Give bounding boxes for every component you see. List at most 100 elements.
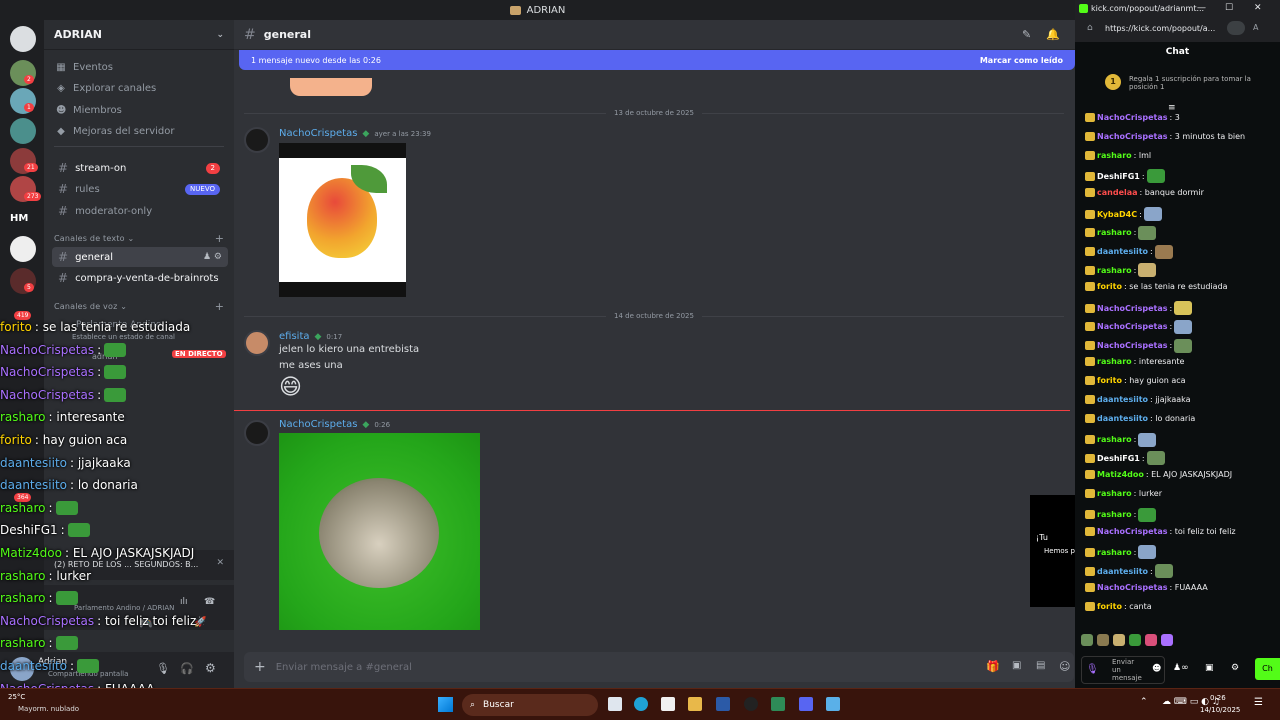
- sticker-icon[interactable]: ▤: [1036, 660, 1045, 671]
- emoji-icon[interactable]: ☺: [1059, 660, 1070, 673]
- explorer-icon[interactable]: [688, 697, 702, 711]
- chat-username[interactable]: forito: [1097, 282, 1122, 291]
- chat-username[interactable]: candelaa: [1097, 188, 1138, 197]
- disconnect-icon[interactable]: ☎: [204, 597, 215, 607]
- emote-icon[interactable]: [1113, 634, 1125, 646]
- chat-username[interactable]: forito: [1097, 376, 1122, 385]
- composer-input[interactable]: Enviar mensaje a #general: [276, 662, 412, 673]
- taskbar-search[interactable]: ⌕ Buscar: [462, 694, 598, 716]
- chat-username[interactable]: NachoCrispetas: [1097, 583, 1167, 592]
- headphones-icon[interactable]: 🎧: [180, 662, 194, 675]
- server-initials[interactable]: HM: [10, 213, 28, 224]
- mark-read-button[interactable]: Marcar como leído: [980, 56, 1063, 65]
- menu-explorar[interactable]: ◈ Explorar canales: [56, 83, 156, 94]
- message-author[interactable]: NachoCrispetas ◆ ayer a las 23:39: [279, 128, 431, 139]
- server-icon[interactable]: [10, 118, 36, 144]
- emote-icon[interactable]: [1145, 634, 1157, 646]
- microphone-icon[interactable]: 🎙: [156, 662, 170, 675]
- avatar[interactable]: [244, 330, 270, 356]
- send-button[interactable]: Ch: [1255, 658, 1280, 680]
- gift-icon[interactable]: ▣: [1205, 663, 1214, 673]
- emote-icon[interactable]: [1097, 634, 1109, 646]
- chat-username[interactable]: NachoCrispetas: [1097, 113, 1167, 122]
- windows-start-icon[interactable]: [438, 697, 453, 712]
- channel-moderator-only[interactable]: # moderator-only: [52, 201, 228, 221]
- chat-username[interactable]: DeshiFG1: [1097, 172, 1140, 181]
- chat-username[interactable]: rasharo: [1097, 228, 1132, 237]
- close-icon[interactable]: ✕: [216, 558, 224, 568]
- image-attachment[interactable]: [290, 78, 372, 96]
- emote-icon[interactable]: [1161, 634, 1173, 646]
- server-header[interactable]: ADRIAN ⌄: [44, 20, 234, 50]
- channel-rules[interactable]: # rules NUEVO: [52, 179, 228, 199]
- threads-icon[interactable]: ✎: [1022, 28, 1031, 41]
- settings-icon[interactable]: ⚙: [1231, 663, 1239, 673]
- avatar[interactable]: [244, 420, 270, 446]
- soundboard-icon[interactable]: ılı: [180, 597, 188, 607]
- chat-username[interactable]: daantesiito: [1097, 567, 1148, 576]
- bell-icon[interactable]: 🔔: [1046, 28, 1060, 41]
- minimize-icon[interactable]: —: [1197, 3, 1206, 13]
- chat-username[interactable]: daantesiito: [1097, 395, 1148, 404]
- edge-icon[interactable]: [634, 697, 648, 711]
- add-attachment-icon[interactable]: +: [254, 659, 266, 675]
- clock-time[interactable]: 0:26: [1210, 694, 1226, 702]
- image-attachment[interactable]: [279, 143, 406, 297]
- avatar[interactable]: [244, 127, 270, 153]
- chat-username[interactable]: rasharo: [1097, 151, 1132, 160]
- message-composer[interactable]: + Enviar mensaje a #general 🎁 ▣ ▤ ☺: [244, 652, 1074, 682]
- chat-username[interactable]: rasharo: [1097, 266, 1132, 275]
- chat-username[interactable]: Matiz4doo: [1097, 470, 1144, 479]
- app-icon[interactable]: [771, 697, 785, 711]
- emote-icon[interactable]: [1129, 634, 1141, 646]
- notifications-icon[interactable]: ☰: [1254, 697, 1263, 708]
- read-aloud-icon[interactable]: A: [1253, 23, 1258, 32]
- settings-gear-icon[interactable]: ⚙: [205, 661, 216, 675]
- clock-date[interactable]: 14/10/2025: [1200, 706, 1240, 714]
- scroll-handle-icon[interactable]: ≡: [1168, 103, 1176, 113]
- chevron-down-icon[interactable]: ⌄: [216, 30, 224, 40]
- server-icon[interactable]: [10, 236, 36, 262]
- tracking-icon[interactable]: [1227, 21, 1245, 35]
- chat-input[interactable]: 🎙 Enviar un mensaje ☻: [1081, 656, 1165, 684]
- taskview-icon[interactable]: [608, 697, 622, 711]
- chat-username[interactable]: NachoCrispetas: [1097, 341, 1167, 350]
- gift-icon[interactable]: 🎁: [986, 660, 1000, 673]
- maximize-icon[interactable]: ☐: [1225, 3, 1233, 13]
- emote-icon[interactable]: [1081, 634, 1093, 646]
- channel-stream-on[interactable]: # stream-on 2: [52, 158, 228, 178]
- category-voice[interactable]: Canales de voz ⌄: [54, 302, 127, 311]
- tray-chevron-icon[interactable]: ⌃: [1140, 697, 1148, 707]
- garlic-image[interactable]: [279, 433, 480, 630]
- obs-icon[interactable]: [744, 697, 758, 711]
- emote-bar[interactable]: [1081, 634, 1261, 650]
- chat-username[interactable]: rasharo: [1097, 357, 1132, 366]
- chat-username[interactable]: rasharo: [1097, 435, 1132, 444]
- gif-icon[interactable]: ▣: [1012, 660, 1021, 671]
- add-channel-icon[interactable]: +: [215, 232, 224, 245]
- weather-temp[interactable]: 25°C: [8, 693, 25, 701]
- chat-username[interactable]: NachoCrispetas: [1097, 132, 1167, 141]
- menu-miembros[interactable]: ☻ Miembros: [56, 105, 122, 116]
- chat-username[interactable]: rasharo: [1097, 510, 1132, 519]
- add-channel-icon[interactable]: +: [215, 300, 224, 313]
- chat-username[interactable]: daantesiito: [1097, 414, 1148, 423]
- message-author[interactable]: NachoCrispetas ◆ 0:26: [279, 419, 390, 430]
- channel-general[interactable]: # general ♟ ⚙: [52, 247, 228, 267]
- chat-username[interactable]: KybaD4C: [1097, 210, 1137, 219]
- menu-mejoras[interactable]: ◆ Mejoras del servidor: [56, 126, 174, 137]
- chat-username[interactable]: rasharo: [1097, 548, 1132, 557]
- mic-icon[interactable]: 🎙: [1086, 664, 1099, 675]
- direct-messages-icon[interactable]: [10, 26, 36, 52]
- new-messages-banner[interactable]: 1 mensaje nuevo desde las 0:26 Marcar co…: [239, 50, 1075, 70]
- chat-username[interactable]: DeshiFG1: [1097, 454, 1140, 463]
- address-bar[interactable]: https://kick.com/popout/a...: [1105, 24, 1215, 33]
- category-text[interactable]: Canales de texto ⌄: [54, 234, 134, 243]
- store-icon[interactable]: [661, 697, 675, 711]
- sub-promo[interactable]: Regala 1 suscripción para tomar la posic…: [1129, 75, 1269, 91]
- chat-username[interactable]: daantesiito: [1097, 247, 1148, 256]
- gear-icon[interactable]: ♟ ⚙: [203, 252, 222, 262]
- channel-compra-venta[interactable]: # compra-y-venta-de-brainrots: [52, 268, 228, 288]
- chat-username[interactable]: forito: [1097, 602, 1122, 611]
- users-icon[interactable]: ♟∞: [1173, 663, 1189, 673]
